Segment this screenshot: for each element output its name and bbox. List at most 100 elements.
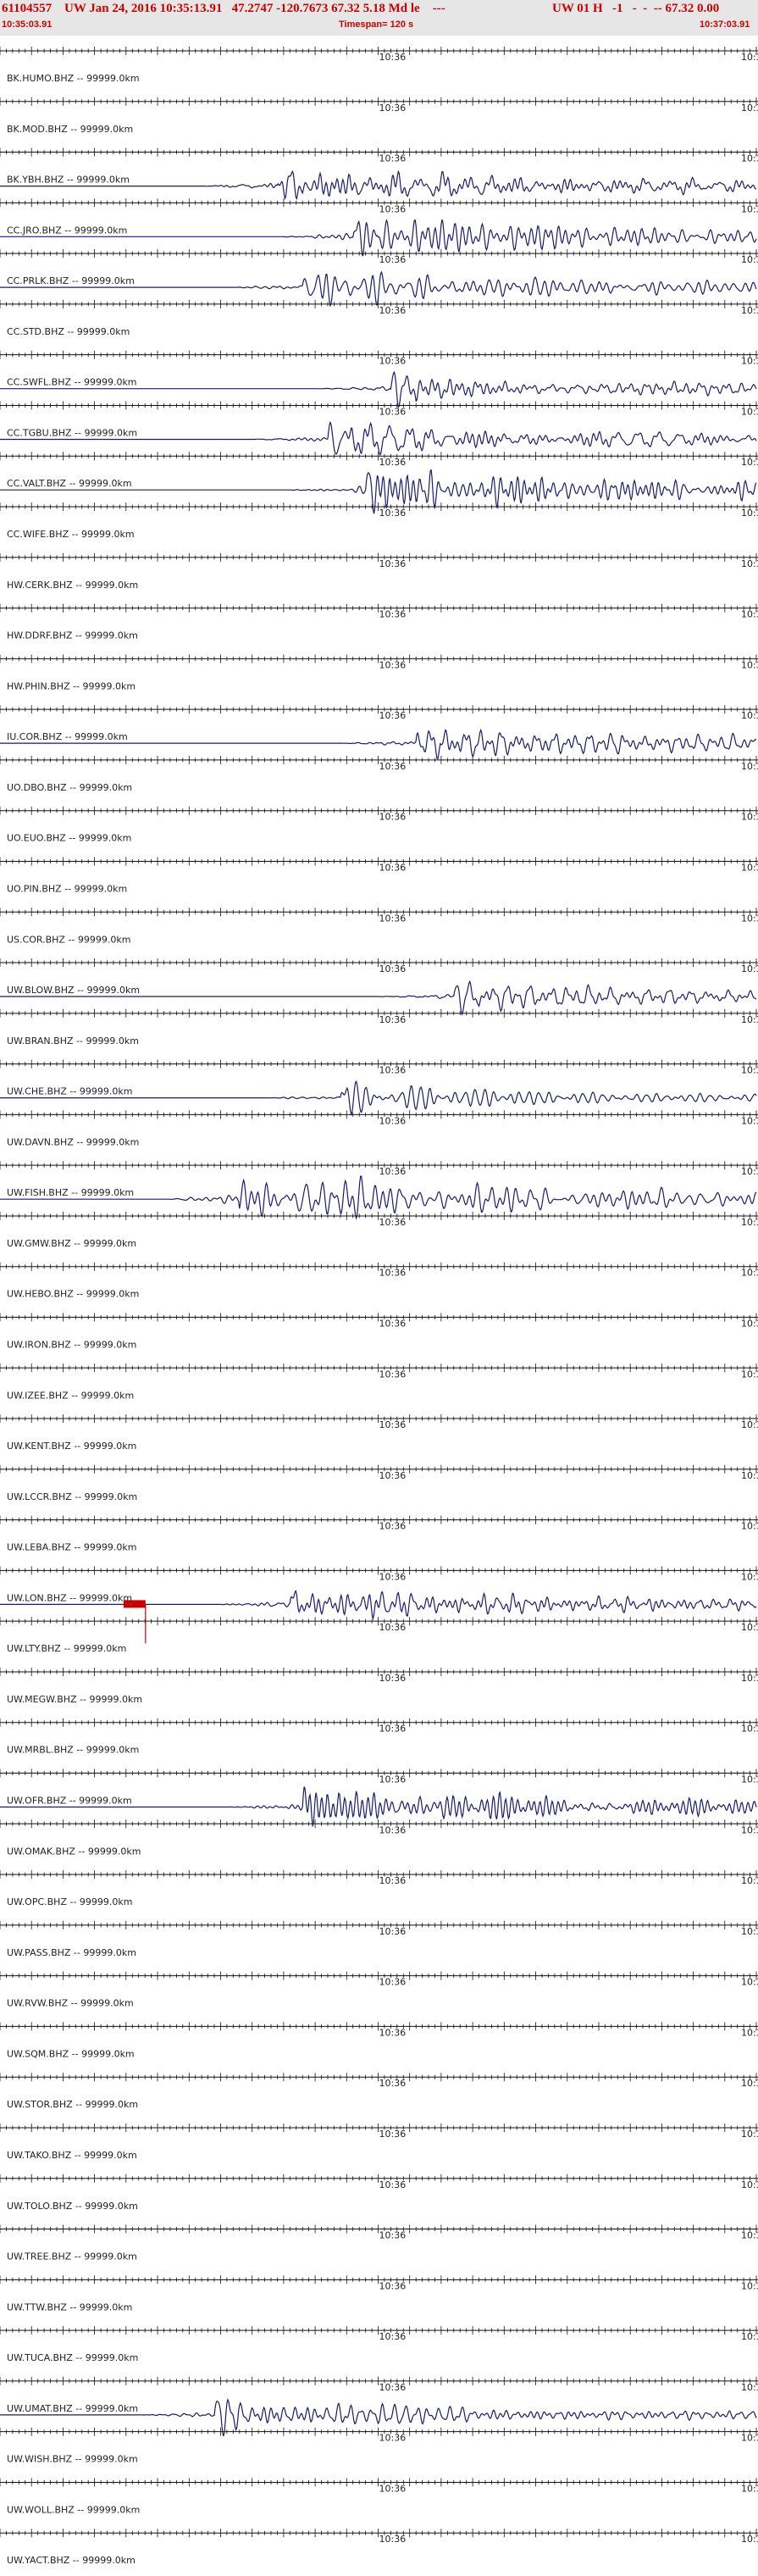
time-axis-ticks bbox=[0, 1971, 757, 1980]
time-axis-ticks bbox=[0, 198, 757, 208]
channel-label: UW.LON.BHZ -- 99999.0km bbox=[7, 1592, 132, 1603]
time-axis-ticks bbox=[0, 2224, 757, 2234]
channel-label: UW.WISH.BHZ -- 99999.0km bbox=[7, 2454, 138, 2465]
time-tick-label: 10:3 bbox=[741, 2382, 758, 2393]
start-time: 10:35:03.91 bbox=[2, 19, 53, 30]
time-tick-label: 10:3 bbox=[741, 1014, 758, 1025]
time-tick-label: 10:36 bbox=[379, 356, 407, 367]
channel-label: UW.UMAT.BHZ -- 99999.0km bbox=[7, 2403, 138, 2414]
time-tick-label: 10:36 bbox=[379, 963, 407, 974]
time-tick-label: 10:3 bbox=[741, 2433, 758, 2444]
channel-label: CC.TGBU.BHZ -- 99999.0km bbox=[7, 427, 137, 438]
time-axis-ticks bbox=[0, 1464, 757, 1474]
time-tick-label: 10:3 bbox=[741, 1065, 758, 1076]
channel-label: UW.PASS.BHZ -- 99999.0km bbox=[7, 1947, 136, 1958]
time-tick-label: 10:3 bbox=[741, 457, 758, 468]
time-tick-label: 10:36 bbox=[379, 203, 407, 214]
channel-label: UW.GMW.BHZ -- 99999.0km bbox=[7, 1238, 136, 1249]
event-info: UW Jan 24, 2016 10:35:13.91 47.2747 -120… bbox=[64, 2, 445, 15]
time-tick-label: 10:36 bbox=[379, 2433, 407, 2444]
time-tick-label: 10:3 bbox=[741, 2078, 758, 2089]
time-tick-label: 10:3 bbox=[741, 761, 758, 772]
time-axis-ticks bbox=[0, 1363, 757, 1373]
time-tick-label: 10:3 bbox=[741, 305, 758, 316]
time-axis-ticks bbox=[0, 2174, 757, 2183]
time-tick-label: 10:36 bbox=[379, 913, 407, 924]
time-tick-label: 10:3 bbox=[741, 2230, 758, 2241]
channel-label: BK.HUMO.BHZ -- 99999.0km bbox=[7, 73, 140, 84]
time-tick-label: 10:36 bbox=[379, 1065, 407, 1076]
time-tick-label: 10:3 bbox=[741, 1115, 758, 1126]
time-tick-label: 10:36 bbox=[379, 1673, 407, 1684]
channel-label: UW.LEBA.BHZ -- 99999.0km bbox=[7, 1542, 136, 1553]
channel-label: UW.TREE.BHZ -- 99999.0km bbox=[7, 2251, 137, 2262]
channel-label: UO.DBO.BHZ -- 99999.0km bbox=[7, 782, 132, 793]
channel-label: UW.OPC.BHZ -- 99999.0km bbox=[7, 1896, 133, 1907]
channel-label: UW.TUCA.BHZ -- 99999.0km bbox=[7, 2352, 138, 2363]
network-flags: UW 01 H -1 - - -- 67.32 0.00 bbox=[552, 2, 720, 15]
channel-label: BK.MOD.BHZ -- 99999.0km bbox=[7, 124, 133, 135]
channel-label: UW.TAKO.BHZ -- 99999.0km bbox=[7, 2150, 137, 2161]
channel-label: UO.PIN.BHZ -- 99999.0km bbox=[7, 883, 127, 894]
time-tick-label: 10:36 bbox=[379, 812, 407, 823]
time-tick-label: 10:3 bbox=[741, 1724, 758, 1735]
time-axis-ticks bbox=[0, 1870, 757, 1879]
time-axis-ticks bbox=[0, 1668, 757, 1676]
time-axis-ticks bbox=[0, 908, 757, 917]
time-tick-label: 10:3 bbox=[741, 2331, 758, 2342]
channel-labels: BK.HUMO.BHZ -- 99999.0km BK.MOD.BHZ -- 99… bbox=[7, 73, 142, 2566]
event-summary-line: 61104557 UW Jan 24, 2016 10:35:13.91 47.… bbox=[0, 2, 758, 17]
time-tick-label: 10:3 bbox=[741, 1622, 758, 1633]
time-tick-label: 10:36 bbox=[379, 254, 407, 265]
time-tick-label: 10:36 bbox=[379, 1926, 407, 1937]
channel-label: IU.COR.BHZ -- 99999.0km bbox=[7, 731, 128, 742]
time-axis-ticks bbox=[0, 502, 757, 511]
time-tick-label: 10:3 bbox=[741, 1774, 758, 1785]
time-tick-label: 10:36 bbox=[379, 2027, 407, 2038]
channel-label: UW.HEBO.BHZ -- 99999.0km bbox=[7, 1289, 139, 1300]
time-tick-label: 10:3 bbox=[741, 1368, 758, 1380]
time-tick-label: 10:3 bbox=[741, 153, 758, 164]
channel-label: HW.PHIN.BHZ -- 99999.0km bbox=[7, 680, 136, 691]
time-tick-label: 10:3 bbox=[741, 963, 758, 974]
channel-label: UO.EUO.BHZ -- 99999.0km bbox=[7, 833, 131, 844]
channel-label: CC.WIFE.BHZ -- 99999.0km bbox=[7, 529, 135, 540]
channel-label: UW.FISH.BHZ -- 99999.0km bbox=[7, 1187, 134, 1198]
time-tick-label: 10:36 bbox=[379, 2331, 407, 2342]
time-axis-ticks bbox=[0, 350, 757, 359]
time-tick-label: 10:36 bbox=[379, 761, 407, 772]
time-axis-ticks bbox=[0, 958, 757, 967]
time-axis-ticks bbox=[0, 755, 757, 764]
channel-label: UW.TOLO.BHZ -- 99999.0km bbox=[7, 2201, 138, 2212]
channel-label: UW.RVW.BHZ -- 99999.0km bbox=[7, 1998, 134, 2009]
time-axis-ticks bbox=[0, 1008, 757, 1018]
time-tick-label: 10:36 bbox=[379, 1875, 407, 1886]
channel-label: UW.IZEE.BHZ -- 99999.0km bbox=[7, 1390, 134, 1401]
time-axis-ticks bbox=[0, 1515, 757, 1524]
time-axis-ticks bbox=[0, 2073, 757, 2082]
time-tick-label: 10:36 bbox=[379, 1977, 407, 1988]
channel-label: HW.CERK.BHZ -- 99999.0km bbox=[7, 580, 138, 591]
time-tick-label: 10:3 bbox=[741, 913, 758, 924]
time-tick-label: 10:36 bbox=[379, 862, 407, 873]
time-tick-label: 10:3 bbox=[741, 2129, 758, 2140]
time-tick-label: 10:3 bbox=[741, 254, 758, 265]
time-tick-label: 10:3 bbox=[741, 710, 758, 721]
time-axis-ticks bbox=[0, 806, 757, 815]
time-tick-label: 10:36 bbox=[379, 1622, 407, 1633]
time-tick-label: 10:36 bbox=[379, 1824, 407, 1835]
event-header: 61104557 UW Jan 24, 2016 10:35:13.91 47.… bbox=[0, 0, 758, 36]
time-tick-label: 10:3 bbox=[741, 1319, 758, 1330]
channel-label: UW.BLOW.BHZ -- 99999.0km bbox=[7, 985, 140, 996]
time-axis-ticks bbox=[0, 1161, 757, 1170]
time-tick-label: 10:36 bbox=[379, 2483, 407, 2494]
time-tick-label: 10:36 bbox=[379, 1319, 407, 1330]
channel-label: CC.SWFL.BHZ -- 99999.0km bbox=[7, 377, 137, 388]
time-axis-ticks bbox=[0, 2478, 757, 2487]
time-tick-label: 10:3 bbox=[741, 862, 758, 873]
time-tick-label: 10:3 bbox=[741, 609, 758, 620]
time-tick-label: 10:3 bbox=[741, 406, 758, 417]
time-axis-ticks bbox=[0, 552, 757, 562]
time-tick-label: 10:3 bbox=[741, 1166, 758, 1177]
channel-label: US.COR.BHZ -- 99999.0km bbox=[7, 934, 130, 945]
